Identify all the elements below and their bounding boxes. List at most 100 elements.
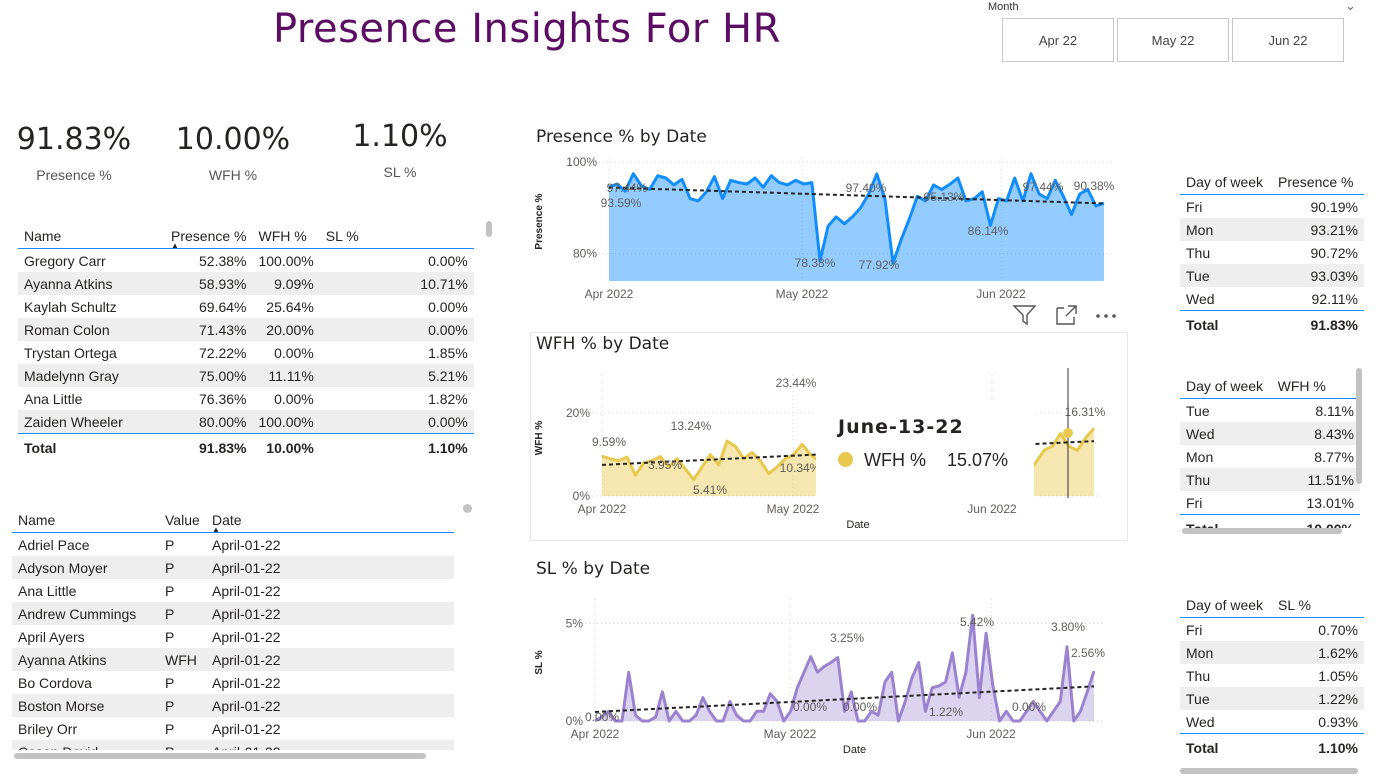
column-header[interactable]: Presence % [1272,160,1364,195]
col-log-date[interactable]: Date ▲ [206,498,454,534]
table-row[interactable]: Gregory Carr 52.38% 100.00% 0.00% [18,249,474,273]
dow-wfh-hscrollbar[interactable] [1182,528,1342,534]
table-cell: Mon [1186,448,1214,465]
data-label: 90.38% [1074,179,1115,193]
table-cell: April-01-22 [206,648,454,671]
data-label: 0.00% [585,710,619,724]
table-row[interactable]: Adyson Moyer P April-01-22 [12,556,454,579]
chevron-down-icon[interactable]: ⌄ [1345,0,1356,14]
table-cell: 25.64% [266,298,314,315]
table-row[interactable]: Kaylah Schultz 69.64% 25.64% 0.00% [18,295,474,318]
table-row[interactable]: Fri 0.70% [1180,618,1364,642]
table-cell: Tue [1186,402,1210,419]
table-cell: 0.00% [428,298,468,315]
table-row[interactable]: Wed 0.93% [1180,710,1364,734]
table-cell: 93.03% [1272,264,1364,287]
table-cell: Ayanna Atkins [18,272,165,295]
table-row[interactable]: Bo Cordova P April-01-22 [12,671,454,694]
table-cell: 1.62% [1272,641,1364,664]
data-label: 10.34% [780,461,821,475]
column-header[interactable]: SL % [1272,583,1364,618]
data-label: 0.00% [1012,700,1046,714]
table-cell: 100.00% [252,410,320,434]
col-name[interactable]: Name [18,214,165,249]
table-row[interactable]: Briley Orr P April-01-22 [12,717,454,740]
presence-chart[interactable]: 80% 100% Apr 2022 May 2022 Jun 2022 Presence … [530,150,1130,310]
focus-mode-icon[interactable] [1054,303,1080,327]
table-row[interactable]: Ayanna Atkins WFH April-01-22 [12,648,454,671]
table-row[interactable]: Fri 13.01% [1180,491,1360,515]
table-row[interactable]: Tue 93.03% [1180,264,1364,287]
table-cell: 11.11% [252,364,320,387]
table-cell: April-01-22 [206,556,454,579]
table-cell: 0.00% [319,410,474,434]
table-cell: 20.00% [252,318,320,341]
table-cell: April-01-22 [212,582,281,599]
table-cell: Kaylah Schultz [24,298,117,315]
log-table-hscrollbar[interactable] [14,753,426,759]
employee-table-scrollbar[interactable] [486,221,492,237]
table-total-row: Total 1.10% [1180,733,1364,762]
table-row[interactable]: Tue 1.22% [1180,687,1364,710]
table-row[interactable]: Wed 92.11% [1180,287,1364,311]
table-row[interactable]: Wed 8.43% [1180,422,1360,445]
table-cell: April-01-22 [206,602,454,625]
log-table-scroll-dot[interactable] [463,504,472,513]
table-cell: 8.11% [1315,402,1354,419]
table-row[interactable]: Adriel Pace P April-01-22 [12,533,454,557]
data-label: 1.22% [929,705,963,719]
table-row[interactable]: Thu 11.51% [1180,468,1360,491]
table-cell: 90.19% [1310,198,1358,215]
table-row[interactable]: Thu 1.05% [1180,664,1364,687]
col-sl[interactable]: SL % [320,214,474,249]
column-header[interactable]: Day of week [1180,364,1272,399]
table-cell: Wed [1186,290,1215,307]
table-cell: Fri [1186,198,1203,215]
filter-icon[interactable] [1012,303,1038,327]
table-cell: P [159,740,206,750]
table-total-row: Total10.00% [1180,514,1360,528]
column-header[interactable]: Day of week [1180,583,1272,618]
x-axis-label: Date [843,744,866,756]
table-cell: Tue [1180,264,1272,287]
table-row[interactable]: Roman Colon 71.43% 20.00% 0.00% [18,318,474,341]
dow-sl-hscrollbar[interactable] [1180,768,1358,774]
table-cell: 11.51% [1271,468,1360,491]
table-row[interactable]: Mon 93.21% [1180,218,1364,241]
slicer-option-jun[interactable]: Jun 22 [1232,18,1344,62]
slicer-option-apr[interactable]: Apr 22 [1002,18,1114,62]
sl-chart[interactable]: 0% 5% Apr 2022 May 2022 Jun 2022 SL % Date 0.00… [530,584,1126,764]
dow-wfh-vscrollbar[interactable] [1356,368,1362,484]
col-log-name[interactable]: Name [12,498,159,533]
data-label: 13.24% [671,419,712,433]
cursor-point [1063,428,1073,438]
table-row[interactable]: Fri 90.19% [1180,195,1364,219]
data-label: 9.59% [592,435,626,449]
total-cell: 10.00% [1271,514,1360,528]
table-cell: 0.00% [274,344,314,361]
table-row[interactable]: Ana Little P April-01-22 [12,579,454,602]
table-row[interactable]: April Ayers P April-01-22 [12,625,454,648]
table-row[interactable]: Mon 1.62% [1180,641,1364,664]
table-row[interactable]: Ana Little 76.36% 0.00% 1.82% [18,387,474,410]
more-options-icon[interactable] [1094,303,1120,327]
table-row[interactable]: Cason DavidPApril-01-22 [12,740,454,750]
table-cell: Adyson Moyer [12,556,159,579]
col-wfh[interactable]: WFH % [252,214,319,249]
table-row[interactable]: Madelynn Gray 75.00% 11.11% 5.21% [18,364,474,387]
column-header[interactable]: Day of week [1180,160,1272,195]
slicer-option-may[interactable]: May 22 [1117,18,1229,62]
table-row[interactable]: Ayanna Atkins 58.93% 9.09% 10.71% [18,272,474,295]
table-row[interactable]: Thu 90.72% [1180,241,1364,264]
table-row[interactable]: Andrew Cummings P April-01-22 [12,602,454,625]
total-cell: Total [1180,733,1272,762]
table-row[interactable]: Mon 8.77% [1180,445,1360,468]
col-log-value[interactable]: Value [159,498,206,533]
table-row[interactable]: Tue 8.11% [1180,399,1360,423]
col-presence[interactable]: Presence % ▲ [165,214,252,250]
table-row[interactable]: Boston Morse P April-01-22 [12,694,454,717]
column-header[interactable]: WFH % [1272,364,1360,399]
table-row[interactable]: Zaiden Wheeler 80.00% 100.00% 0.00% [18,410,474,434]
data-label: 16.31% [1065,405,1106,419]
table-row[interactable]: Trystan Ortega 72.22% 0.00% 1.85% [18,341,474,364]
